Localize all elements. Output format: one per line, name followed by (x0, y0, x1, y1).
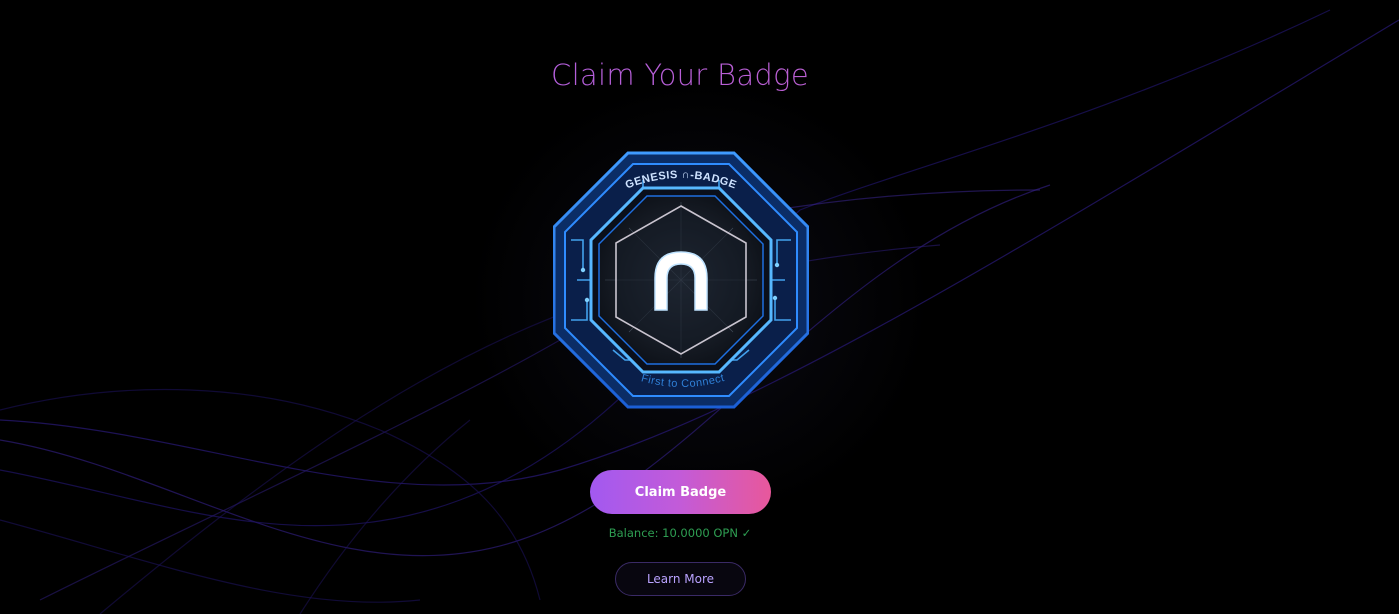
learn-more-button[interactable]: Learn More (615, 562, 746, 596)
genesis-badge: GENESIS ∩-BADGE First to Connect (553, 150, 809, 410)
balance-status: Balance: 10.0000 OPN ✓ (608, 526, 752, 540)
claim-badge-button[interactable]: Claim Badge (590, 470, 771, 514)
page-title: Claim Your Badge (0, 58, 1360, 92)
